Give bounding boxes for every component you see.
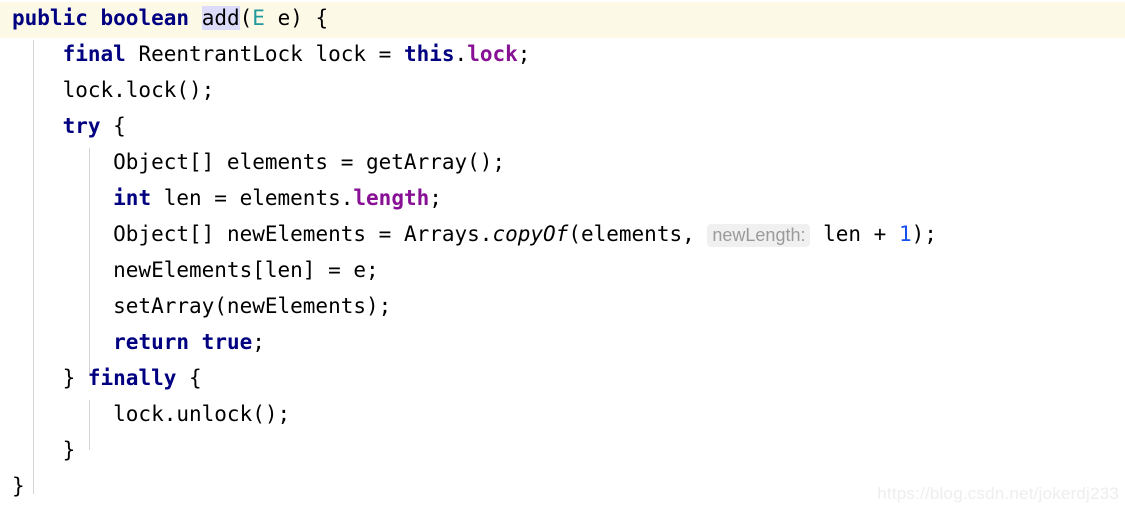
keyword-final: final <box>62 42 126 66</box>
code-line-1[interactable]: public boolean add(E e) { <box>0 0 1125 36</box>
watermark: https://blog.csdn.net/jokerdj233 <box>877 484 1119 503</box>
keyword-finally: finally <box>87 366 177 390</box>
static-method-copyof: copyOf <box>492 222 569 246</box>
line-7-tail: ); <box>911 222 937 246</box>
keyword-public: public <box>12 6 88 30</box>
field-length: length <box>353 186 430 210</box>
code-line-7[interactable]: Object[] newElements = Arrays.copyOf(ele… <box>0 216 1125 252</box>
code-line-12[interactable]: lock.unlock(); <box>0 396 1125 432</box>
keyword-true: true <box>201 330 253 354</box>
keyword-return: return <box>113 330 190 354</box>
declaration-newelements: Object[] newElements = Arrays. <box>113 222 493 246</box>
argument-expression: len + <box>810 222 899 246</box>
keyword-boolean: boolean <box>100 6 190 30</box>
code-line-8[interactable]: newElements[len] = e; <box>0 252 1125 288</box>
semicolon: ; <box>252 330 265 354</box>
paren-open: ( <box>239 6 253 30</box>
code-line-5[interactable]: Object[] elements = getArray(); <box>0 144 1125 180</box>
dot-operator: . <box>454 42 468 66</box>
arguments-open: (elements, <box>568 222 708 246</box>
type-parameter-E: E <box>252 6 265 30</box>
declaration-lock: ReentrantLock lock = <box>125 42 404 66</box>
semicolon: ; <box>517 42 531 66</box>
code-line-2[interactable]: final ReentrantLock lock = this.lock; <box>0 36 1125 72</box>
parameter-e: e <box>264 6 291 30</box>
code-lines: public boolean add(E e) { final Reentran… <box>0 0 1125 504</box>
code-line-3[interactable]: lock.lock(); <box>0 72 1125 108</box>
keyword-try: try <box>62 114 101 138</box>
code-line-6[interactable]: int len = elements.length; <box>0 180 1125 216</box>
identifier-add-highlighted[interactable]: add <box>201 6 240 30</box>
keyword-this: this <box>403 42 455 66</box>
code-line-10[interactable]: return true; <box>0 324 1125 360</box>
code-line-13[interactable]: } <box>0 432 1125 468</box>
line-1-tail: ) { <box>290 6 329 30</box>
numeric-literal-1: 1 <box>898 222 912 246</box>
field-lock: lock <box>467 42 518 66</box>
declaration-len: len = elements. <box>151 186 354 210</box>
code-line-11[interactable]: } finally { <box>0 360 1125 396</box>
brace-open: { <box>100 114 126 138</box>
code-line-9[interactable]: setArray(newElements); <box>0 288 1125 324</box>
brace-open: { <box>176 366 202 390</box>
brace-close: } <box>62 366 88 390</box>
semicolon: ; <box>429 186 442 210</box>
inline-parameter-hint-newlength[interactable]: newLength: <box>707 224 811 247</box>
keyword-int: int <box>113 186 152 210</box>
code-editor[interactable]: public boolean add(E e) { final Reentran… <box>0 0 1125 518</box>
code-line-4[interactable]: try { <box>0 108 1125 144</box>
